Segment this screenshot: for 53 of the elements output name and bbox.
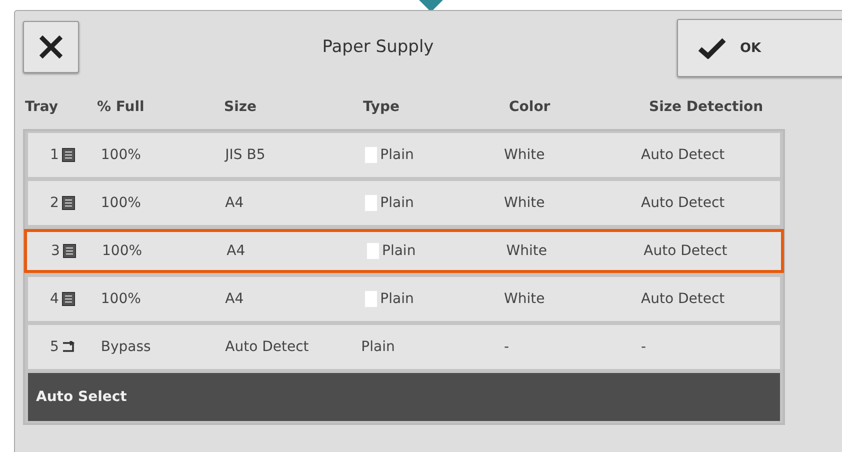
column-header: Size Detection <box>649 99 764 115</box>
table-cell-text: Auto Detect <box>644 243 728 259</box>
tray-row[interactable]: 5 Bypass Auto Detect Plain - - <box>28 325 780 369</box>
table-cell-text: 100% <box>100 291 142 307</box>
column-header: Type <box>363 99 401 115</box>
table-cell-text: 100% <box>102 243 144 259</box>
table-cell-text: Bypass <box>100 339 152 355</box>
table-cell-text: A4 <box>226 243 246 259</box>
dialog-title: Paper Supply <box>321 36 435 57</box>
ok-button[interactable]: OK <box>677 19 842 77</box>
table-cell-text: JIS B5 <box>225 147 266 163</box>
table-cell-text: 100% <box>100 147 142 163</box>
bypass-icon <box>62 341 76 353</box>
close-icon <box>38 34 64 60</box>
table-cell-text: White <box>504 147 546 163</box>
tray-row[interactable]: 3 100% A4 Plain White Auto Detect <box>24 229 784 273</box>
table-cell: Plain <box>380 147 414 163</box>
tray-icon <box>62 196 75 210</box>
tray-number: 2 <box>50 195 59 211</box>
table-cell: Plain <box>380 291 414 307</box>
tray-row[interactable]: 1 100% JIS B5 Plain White Auto Detect <box>28 133 780 177</box>
column-header: Size <box>224 99 258 115</box>
table-cell: Plain <box>361 339 395 355</box>
table-cell-text: White <box>504 195 546 211</box>
column-header: Tray <box>24 99 60 115</box>
table-cell-text: White <box>506 243 548 259</box>
tray-row[interactable]: 2 100% A4 Plain White Auto Detect <box>28 181 780 225</box>
column-header: Color <box>509 99 552 115</box>
table-cell-text: Auto Detect <box>641 195 726 211</box>
table-cell-text: White <box>504 291 546 307</box>
tray-number: 4 <box>50 291 59 307</box>
table-cell-text: Auto Detect <box>641 147 726 163</box>
table-cell-text: Auto Detect <box>225 339 310 355</box>
tray-icon <box>62 292 75 306</box>
tray-icon <box>62 244 76 258</box>
table-cell: Plain <box>382 243 416 259</box>
tray-number: 1 <box>50 147 59 163</box>
table-cell: Plain <box>380 195 414 211</box>
checkmark-icon <box>698 37 726 59</box>
tray-icon <box>62 148 75 162</box>
tray-row[interactable]: 4 100% A4 Plain White Auto Detect <box>28 277 780 321</box>
auto-select-row[interactable]: Auto Select <box>28 373 780 421</box>
table-cell-text: 100% <box>100 195 142 211</box>
close-button[interactable] <box>23 21 79 73</box>
tray-number: 5 <box>50 339 59 355</box>
table-cell-text: A4 <box>225 291 245 307</box>
column-header: % Full <box>97 99 146 115</box>
table-cell-text: - <box>504 339 510 355</box>
table-cell-text: - <box>641 339 648 355</box>
table-cell-text: A4 <box>225 195 245 211</box>
pointer-icon <box>419 0 443 12</box>
table-cell-text: Auto Detect <box>641 291 726 307</box>
tray-number: 3 <box>51 243 60 259</box>
